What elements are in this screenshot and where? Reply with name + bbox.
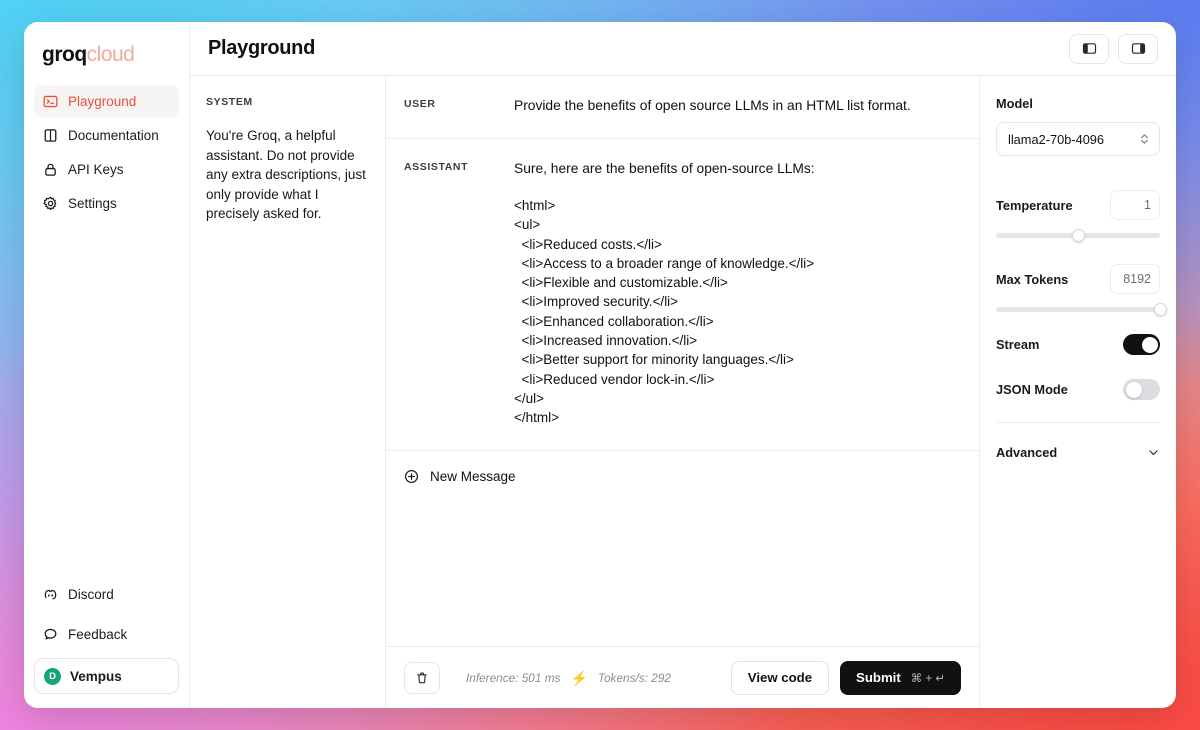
- main-area: Playground SYSTEM You're Groq, a helpful…: [190, 22, 1176, 708]
- stream-label: Stream: [996, 337, 1040, 352]
- message-content[interactable]: Provide the benefits of open source LLMs…: [514, 96, 957, 116]
- json-mode-label: JSON Mode: [996, 382, 1068, 397]
- message-text: Provide the benefits of open source LLMs…: [514, 98, 911, 113]
- terminal-icon: [43, 94, 58, 109]
- toggle-knob: [1141, 336, 1158, 353]
- stream-row: Stream: [996, 334, 1160, 355]
- settings-panel: Model llama2-70b-4096 Temperature 1 Max …: [980, 76, 1176, 708]
- sidebar-item-label: Settings: [68, 195, 117, 211]
- model-select[interactable]: llama2-70b-4096: [996, 122, 1160, 156]
- message-role: USER: [404, 98, 436, 110]
- book-icon: [43, 128, 58, 143]
- submit-label: Submit: [856, 670, 901, 685]
- temperature-input[interactable]: 1: [1110, 190, 1160, 220]
- json-mode-row: JSON Mode: [996, 379, 1160, 400]
- max-tokens-field: Max Tokens 8192: [996, 264, 1167, 316]
- gear-icon: [43, 196, 58, 211]
- chevron-down-icon: [1147, 446, 1160, 459]
- sidebar-item-label: Discord: [68, 586, 114, 602]
- trash-icon: [415, 671, 429, 685]
- view-code-button[interactable]: View code: [730, 660, 830, 695]
- slider-knob[interactable]: [1071, 229, 1085, 242]
- new-message-label: New Message: [430, 468, 516, 484]
- temperature-slider[interactable]: [996, 229, 1160, 242]
- lock-icon: [43, 162, 58, 177]
- right-panel-toggle-button[interactable]: [1118, 33, 1158, 64]
- sidebar-item-label: Feedback: [68, 626, 128, 642]
- footer-actions: View code Submit ⌘ + ↵: [730, 660, 961, 695]
- sidebar-item-feedback[interactable]: Feedback: [34, 618, 179, 650]
- stream-toggle[interactable]: [1123, 334, 1160, 355]
- toggle-knob: [1125, 381, 1142, 398]
- chevron-up-down-icon: [1139, 132, 1150, 146]
- temperature-field: Temperature 1: [996, 190, 1160, 242]
- temperature-label: Temperature: [996, 197, 1073, 213]
- discord-icon: [43, 587, 58, 602]
- right-panel-toggle-icon: [1131, 41, 1146, 56]
- logo-text-secondary: cloud: [86, 43, 135, 66]
- sidebar-item-discord[interactable]: Discord: [34, 578, 179, 610]
- workspace: SYSTEM You're Groq, a helpful assistant.…: [190, 76, 1176, 708]
- primary-nav: Playground Documentation API Keys Settin…: [34, 85, 179, 219]
- slider-knob[interactable]: [1153, 303, 1167, 316]
- message-assistant: ASSISTANT Sure, here are the benefits of…: [386, 139, 979, 451]
- max-tokens-input[interactable]: 8192: [1110, 264, 1160, 294]
- submit-shortcut: ⌘ + ↵: [910, 672, 945, 685]
- message-text: Sure, here are the benefits of open-sour…: [514, 160, 815, 176]
- message-user: USER Provide the benefits of open source…: [386, 76, 979, 139]
- plus-circle-icon: [404, 469, 419, 484]
- system-label: SYSTEM: [206, 96, 253, 108]
- slider-track: [996, 307, 1160, 312]
- temperature-row: Temperature 1: [996, 190, 1160, 220]
- sidebar: groqcloud Playground Documentation API K…: [24, 22, 190, 708]
- system-prompt-text[interactable]: You're Groq, a helpful assistant. Do not…: [206, 126, 369, 224]
- sidebar-item-settings[interactable]: Settings: [34, 187, 179, 219]
- model-value: llama2-70b-4096: [1008, 131, 1105, 147]
- model-field: Model llama2-70b-4096: [996, 96, 1160, 156]
- system-panel: SYSTEM You're Groq, a helpful assistant.…: [190, 76, 386, 708]
- avatar: D: [44, 667, 61, 685]
- groqcloud-logo[interactable]: groqcloud: [34, 22, 179, 85]
- message-content[interactable]: Sure, here are the benefits of open-sour…: [514, 159, 957, 428]
- inference-time-stat: Inference: 501 ms: [466, 670, 561, 685]
- left-panel-toggle-button[interactable]: [1069, 33, 1109, 64]
- advanced-label: Advanced: [996, 445, 1058, 460]
- message-role: ASSISTANT: [404, 160, 469, 173]
- logo-text-primary: groq: [42, 43, 87, 66]
- chat-bubble-icon: [43, 627, 58, 642]
- message-code-block: <html> <ul> <li>Reduced costs.</li> <li>…: [514, 198, 815, 426]
- inference-stats: Inference: 501 ms ⚡ Tokens/s: 292: [466, 671, 671, 685]
- sidebar-item-label: API Keys: [68, 161, 124, 177]
- max-tokens-label: Max Tokens: [996, 271, 1069, 287]
- account-button[interactable]: D Vempus: [34, 658, 179, 694]
- max-tokens-slider[interactable]: [996, 303, 1167, 316]
- message-list: USER Provide the benefits of open source…: [386, 76, 979, 646]
- page-title: Playground: [208, 37, 316, 59]
- chat-footer: Inference: 501 ms ⚡ Tokens/s: 292 View c…: [386, 646, 979, 708]
- submit-button[interactable]: Submit ⌘ + ↵: [840, 660, 961, 695]
- view-code-label: View code: [747, 670, 813, 685]
- topbar-actions: [1069, 33, 1158, 64]
- sidebar-item-playground[interactable]: Playground: [34, 85, 179, 117]
- max-tokens-row: Max Tokens 8192: [996, 264, 1160, 294]
- sidebar-item-label: Playground: [68, 93, 137, 109]
- json-mode-toggle[interactable]: [1123, 379, 1160, 400]
- chat-panel: USER Provide the benefits of open source…: [386, 76, 980, 708]
- clear-conversation-button[interactable]: [404, 661, 440, 694]
- new-message-button[interactable]: New Message: [386, 451, 979, 502]
- secondary-nav: Discord Feedback D Vempus: [34, 578, 179, 708]
- tokens-per-second-stat: Tokens/s: 292: [597, 670, 671, 685]
- sidebar-item-label: Documentation: [68, 127, 159, 143]
- topbar: Playground: [190, 22, 1176, 76]
- sidebar-item-api-keys[interactable]: API Keys: [34, 153, 179, 185]
- lightning-bolt-icon: ⚡: [570, 669, 588, 686]
- model-label: Model: [996, 96, 1033, 111]
- account-name: Vempus: [70, 668, 122, 684]
- app-window: groqcloud Playground Documentation API K…: [24, 22, 1176, 708]
- advanced-section-toggle[interactable]: Advanced: [996, 445, 1160, 460]
- sidebar-item-documentation[interactable]: Documentation: [34, 119, 179, 151]
- left-panel-toggle-icon: [1082, 41, 1097, 56]
